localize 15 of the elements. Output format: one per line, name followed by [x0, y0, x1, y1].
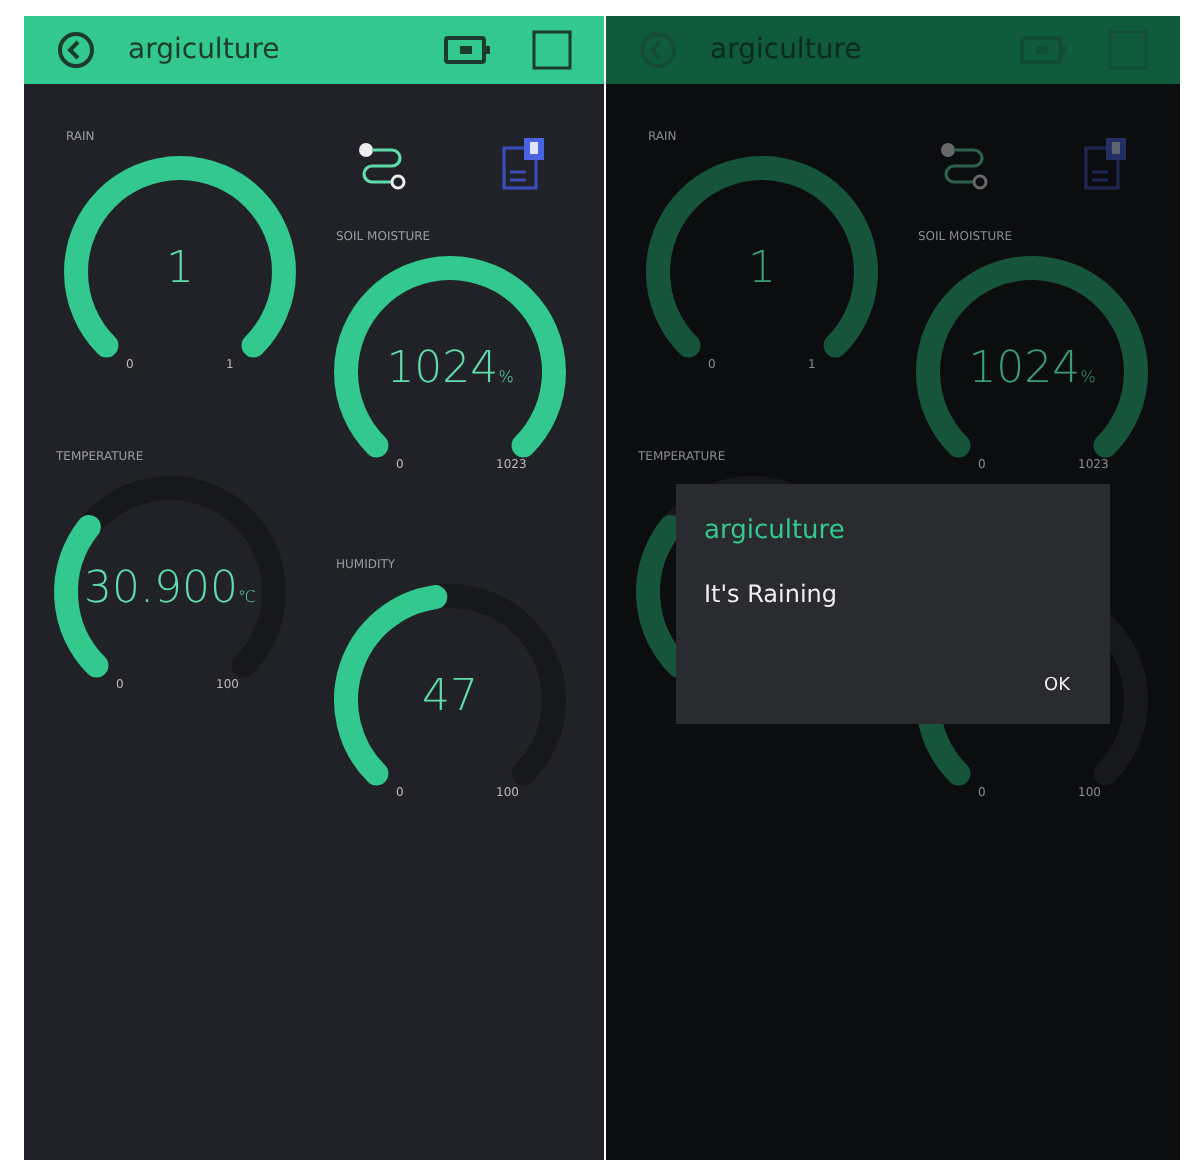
- gauge-value: 1: [748, 244, 776, 294]
- gauge-value: 30.900℃: [84, 564, 256, 614]
- ok-button[interactable]: OK: [1032, 669, 1082, 704]
- square-icon[interactable]: [532, 30, 572, 70]
- sd-card-icon[interactable]: [500, 136, 548, 192]
- route-icon[interactable]: [356, 140, 408, 192]
- back-icon[interactable]: [56, 30, 96, 70]
- dialog-title: argiculture: [704, 514, 847, 550]
- gauge-value: 1: [166, 244, 194, 294]
- dialog-message: It's Raining: [704, 577, 840, 611]
- gauge-value: 47: [422, 672, 478, 722]
- device-icon[interactable]: [444, 34, 492, 66]
- gauge-value: 1024%: [386, 344, 514, 394]
- gauge-value: 1024%: [968, 344, 1096, 394]
- app-title: argiculture: [128, 31, 282, 69]
